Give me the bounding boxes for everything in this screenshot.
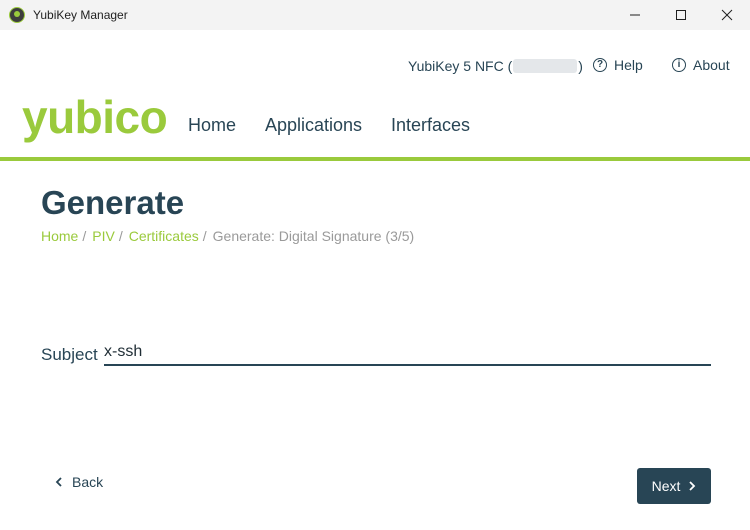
device-label-end: ) [578, 58, 583, 74]
close-button[interactable] [704, 0, 750, 30]
breadcrumb-current: Generate: Digital Signature (3/5) [212, 228, 415, 244]
breadcrumb-home[interactable]: Home [41, 228, 78, 244]
chevron-left-icon [55, 477, 62, 487]
breadcrumb-separator: / [82, 228, 87, 244]
close-icon [721, 9, 733, 21]
breadcrumb-certificates[interactable]: Certificates [129, 228, 199, 244]
minimize-button[interactable] [612, 0, 658, 30]
window-title: YubiKey Manager [33, 8, 128, 22]
next-label: Next [651, 478, 681, 494]
yubikey-app-icon [9, 7, 25, 23]
subject-input[interactable] [104, 340, 711, 366]
about-link[interactable]: i About [672, 57, 730, 73]
redacted-serial [513, 59, 578, 73]
nav-home[interactable]: Home [188, 115, 236, 136]
back-label: Back [72, 474, 104, 490]
breadcrumb-piv[interactable]: PIV [92, 228, 115, 244]
help-link[interactable]: ? Help [593, 57, 643, 73]
help-icon: ? [593, 58, 607, 72]
maximize-button[interactable] [658, 0, 704, 30]
maximize-icon [676, 10, 686, 20]
minimize-icon [630, 14, 640, 16]
about-label: About [693, 57, 730, 73]
next-button[interactable]: Next [637, 468, 711, 504]
window-titlebar: YubiKey Manager [0, 0, 750, 30]
back-button[interactable]: Back [55, 474, 103, 490]
device-label: YubiKey 5 NFC ( [408, 58, 513, 74]
nav-interfaces[interactable]: Interfaces [391, 115, 470, 136]
yubico-logo[interactable]: yubico [22, 94, 168, 140]
subject-label: Subject [41, 345, 98, 364]
breadcrumb-separator: / [202, 228, 207, 244]
info-icon: i [672, 58, 686, 72]
page-title: Generate [41, 184, 185, 221]
breadcrumb: Home / PIV / Certificates / Generate: Di… [41, 228, 414, 244]
chevron-right-icon [689, 481, 696, 491]
nav-applications[interactable]: Applications [265, 115, 362, 136]
help-label: Help [614, 57, 643, 73]
header-divider [0, 157, 750, 161]
breadcrumb-separator: / [118, 228, 123, 244]
device-name: YubiKey 5 NFC () [408, 58, 583, 74]
